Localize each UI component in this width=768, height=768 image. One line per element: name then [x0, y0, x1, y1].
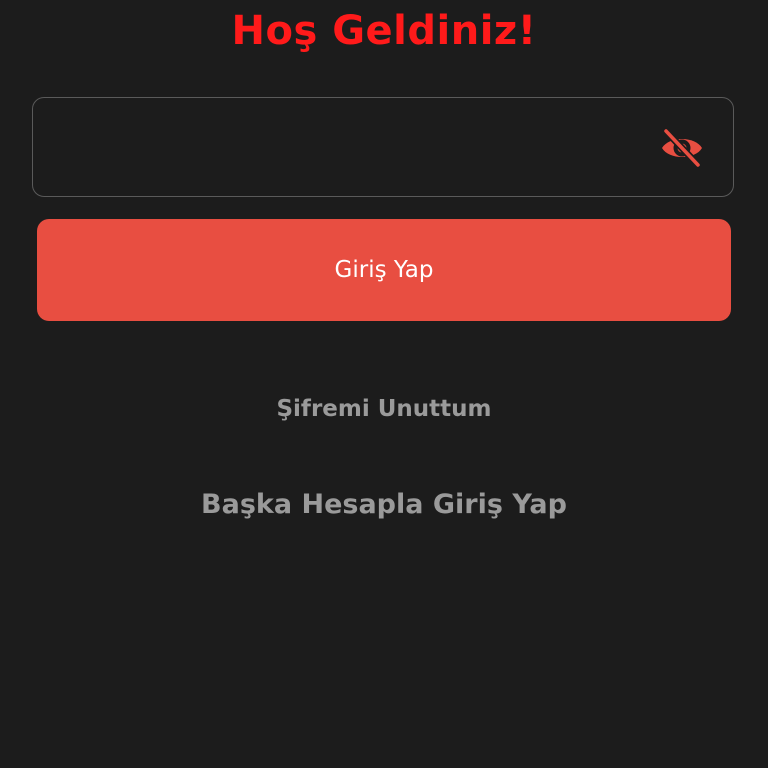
page-title: Hoş Geldiniz!: [231, 8, 537, 54]
password-visibility-toggle[interactable]: [659, 128, 705, 168]
other-account-login-link[interactable]: Başka Hesapla Giriş Yap: [0, 485, 768, 525]
login-screen: Hoş Geldiniz! Giriş Yap Şifremi Unuttum …: [0, 0, 768, 768]
login-button[interactable]: Giriş Yap: [37, 219, 731, 321]
password-input[interactable]: [53, 128, 657, 170]
eye-off-icon: [662, 128, 702, 168]
password-field[interactable]: [32, 97, 734, 197]
forgot-password-link[interactable]: Şifremi Unuttum: [0, 392, 768, 426]
